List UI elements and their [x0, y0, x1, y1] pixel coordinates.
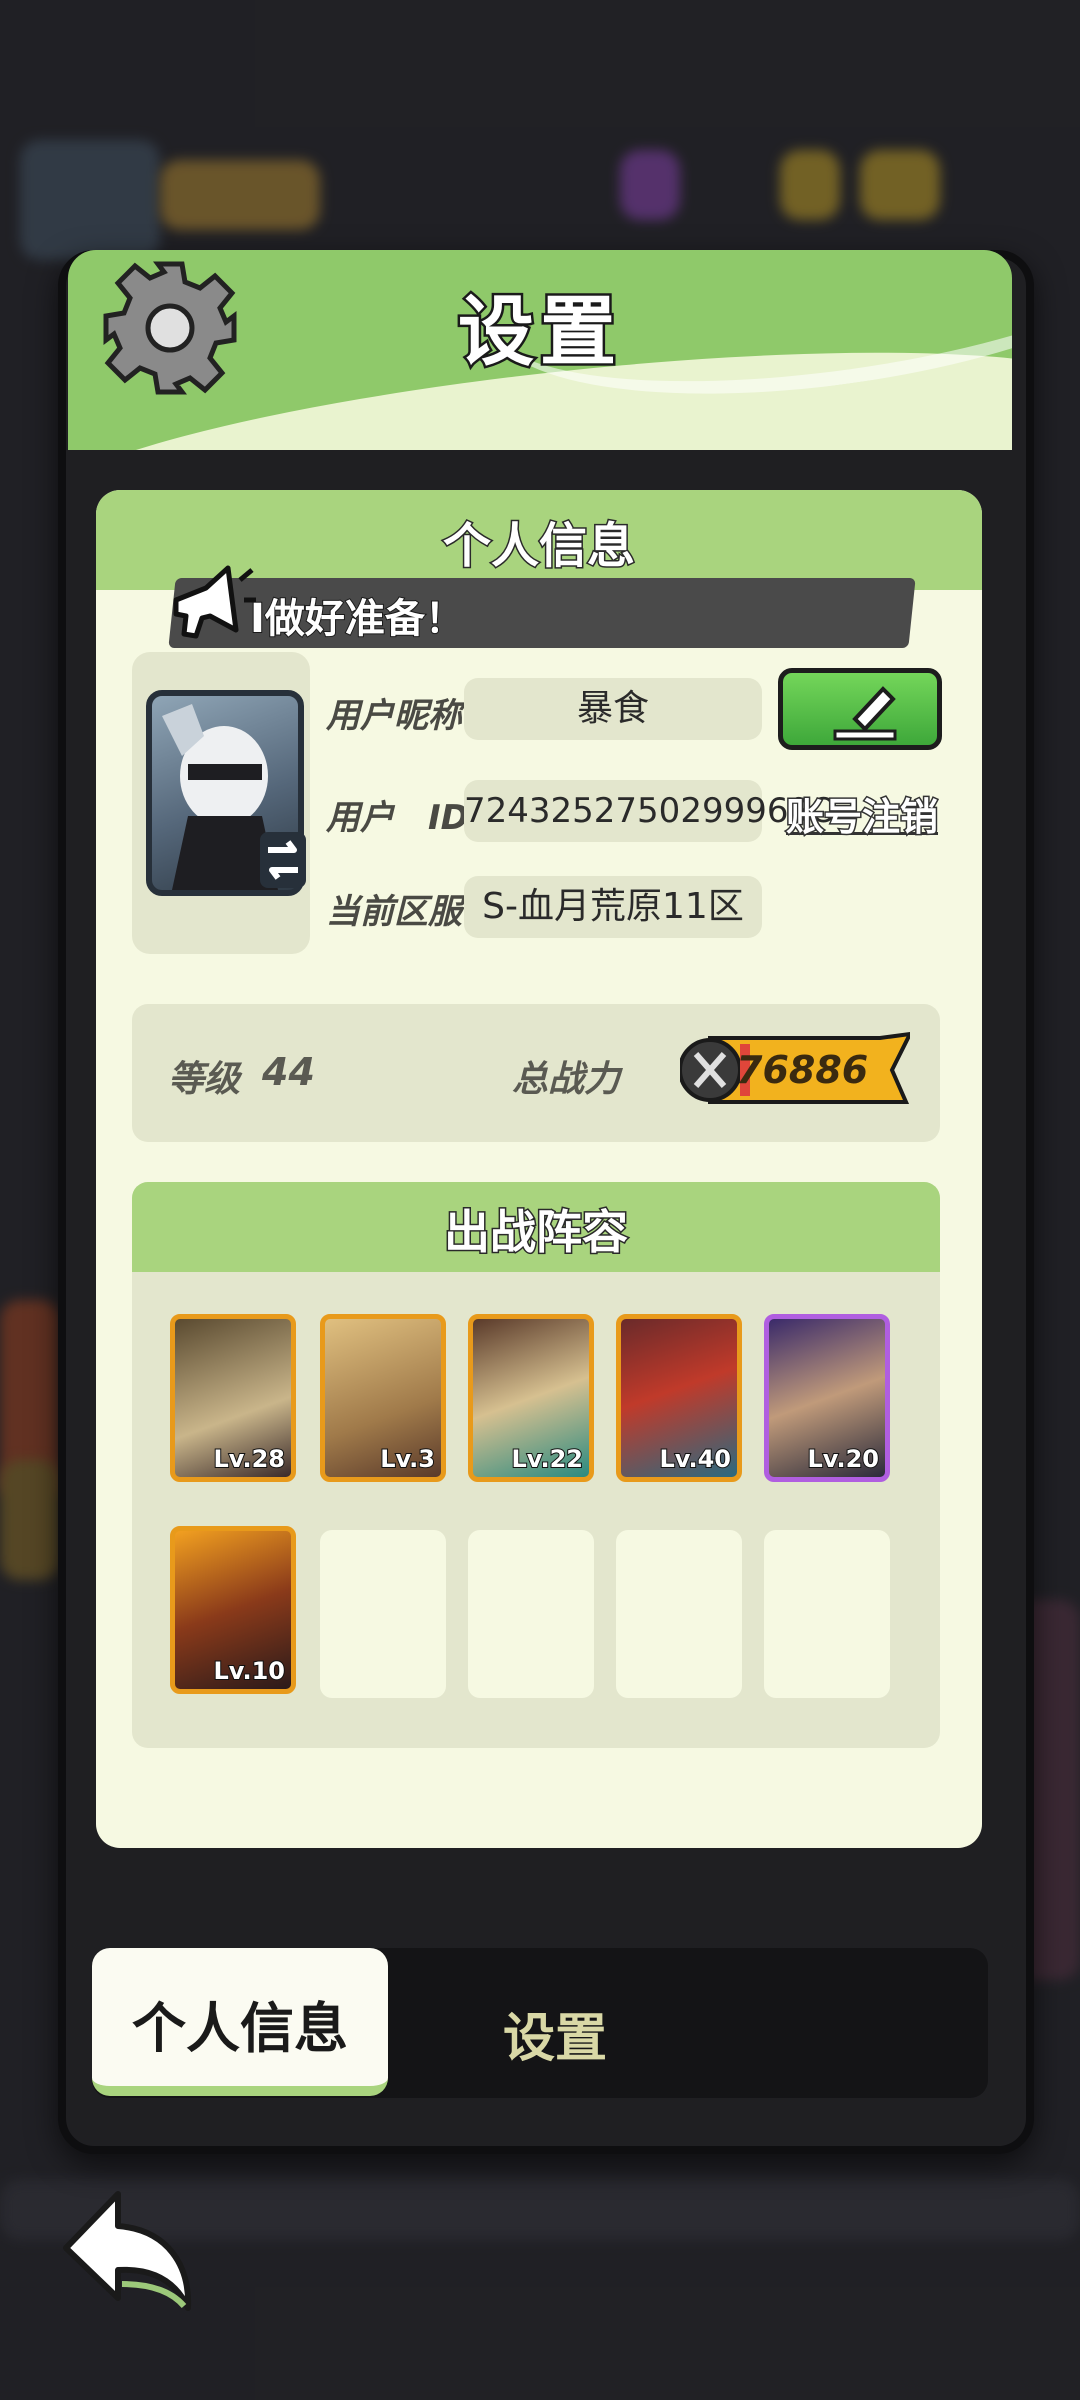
tab-settings[interactable]: 设置: [440, 1996, 670, 2071]
power-value: 76886: [736, 1048, 869, 1092]
hero-card[interactable]: Lv.20: [764, 1314, 890, 1482]
delete-account-link[interactable]: 账号注销: [784, 786, 939, 841]
back-arrow-icon[interactable]: [58, 2186, 198, 2316]
hero-level: Lv.10: [213, 1656, 286, 1686]
dialog-header: 设置: [68, 250, 1012, 450]
swap-avatar-icon[interactable]: [260, 832, 306, 888]
hero-level: Lv.22: [511, 1444, 584, 1474]
dialog-title: 设置: [456, 285, 622, 379]
server-label: 当前区服: [326, 892, 462, 932]
power-label: 总战力: [512, 1059, 621, 1100]
hero-level: Lv.28: [213, 1444, 286, 1474]
hero-card[interactable]: Lv.3: [320, 1314, 446, 1482]
nickname-label: 用户昵称: [326, 696, 462, 736]
hero-card[interactable]: Lv.22: [468, 1314, 594, 1482]
pencil-icon: [833, 686, 897, 741]
nickname-field: 暴食: [464, 678, 762, 740]
empty-hero-slot[interactable]: [468, 1530, 594, 1698]
server-field: S-血月荒原11区: [464, 876, 762, 938]
user-id-label: 用户 ID: [326, 798, 469, 838]
empty-hero-slot[interactable]: [616, 1530, 742, 1698]
hero-card[interactable]: Lv.28: [170, 1314, 296, 1482]
hero-card[interactable]: Lv.10: [170, 1526, 296, 1694]
tab-profile-label: 个人信息: [132, 1997, 348, 2060]
level-label: 等级: [168, 1059, 241, 1100]
empty-hero-slot[interactable]: [320, 1530, 446, 1698]
empty-hero-slot[interactable]: [764, 1530, 890, 1698]
megaphone-icon: [173, 565, 256, 639]
hero-level: Lv.3: [379, 1444, 436, 1474]
level-value: 44: [262, 1050, 315, 1094]
edit-nickname-button[interactable]: [778, 668, 942, 750]
announcement-text: I做好准备！: [249, 595, 466, 643]
lineup-title: 出战阵容: [443, 1204, 630, 1261]
hero-level: Lv.40: [659, 1444, 732, 1474]
hero-level: Lv.20: [807, 1444, 880, 1474]
user-id-field: 7243252750299969O: [464, 780, 837, 842]
hero-card[interactable]: Lv.40: [616, 1314, 742, 1482]
